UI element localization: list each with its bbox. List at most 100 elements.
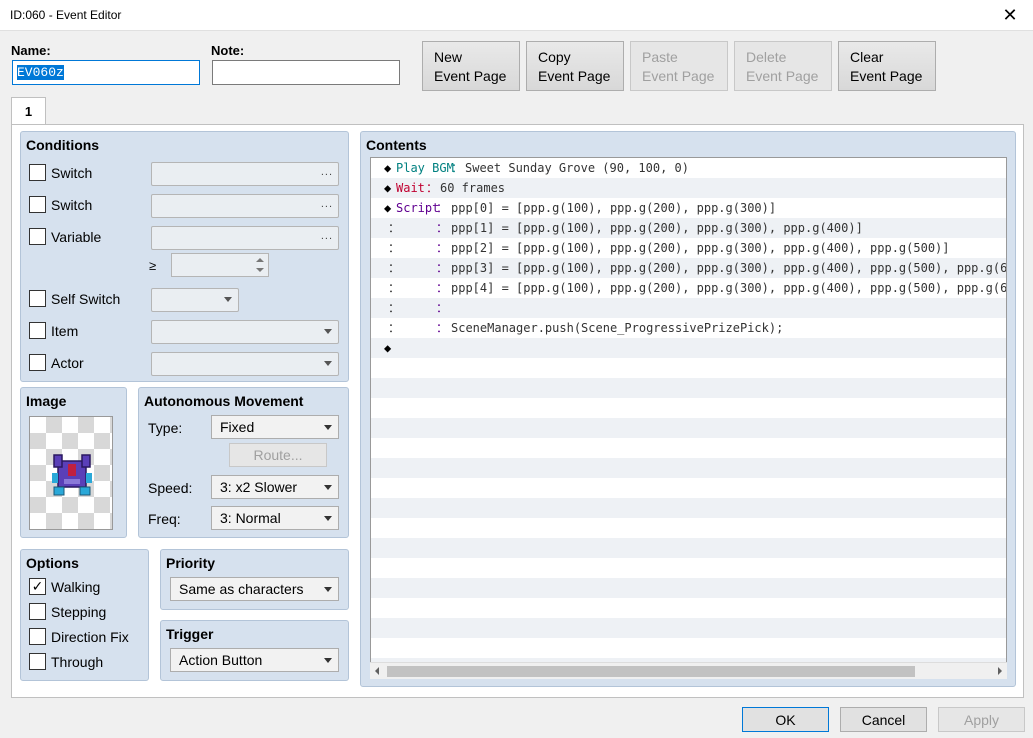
command-name: Wait bbox=[396, 181, 425, 195]
movement-type-value: Fixed bbox=[220, 419, 255, 435]
command-text: ppp[2] = [ppp.g(100), ppp.g(200), ppp.g(… bbox=[451, 241, 950, 255]
button-label-line1: Paste bbox=[642, 49, 678, 65]
condition-label: Actor bbox=[51, 355, 84, 371]
autonomous-movement-panel: Autonomous Movement Type: Fixed Route...… bbox=[138, 387, 349, 538]
command-row[interactable] bbox=[371, 378, 1006, 398]
scroll-right-icon[interactable] bbox=[998, 667, 1002, 675]
chevron-down-icon bbox=[324, 587, 332, 592]
command-text: ppp[1] = [ppp.g(100), ppp.g(200), ppp.g(… bbox=[451, 221, 863, 235]
ok-button[interactable]: OK bbox=[742, 707, 829, 732]
diamond-icon: ◆ bbox=[384, 341, 392, 355]
priority-select[interactable]: Same as characters bbox=[170, 577, 339, 601]
freq-select[interactable]: 3: Normal bbox=[211, 506, 339, 530]
condition-checkbox-switch[interactable] bbox=[29, 164, 46, 181]
priority-panel: Priority Same as characters bbox=[160, 549, 349, 610]
continuation-marker: ： bbox=[388, 281, 401, 295]
condition-field[interactable]: ... bbox=[151, 226, 339, 250]
gte-symbol: ≥ bbox=[149, 258, 157, 273]
command-row[interactable]: ：： bbox=[371, 298, 1006, 318]
command-text: SceneManager.push(Scene_ProgressivePrize… bbox=[451, 321, 784, 335]
command-separator: ： bbox=[436, 321, 449, 335]
continuation-marker: ： bbox=[388, 321, 401, 335]
delete-event-page-button[interactable]: Delete Event Page bbox=[734, 41, 832, 91]
speed-select[interactable]: 3: x2 Slower bbox=[211, 475, 339, 499]
command-row[interactable]: ：： ppp[4] = [ppp.g(100), ppp.g(200), ppp.… bbox=[371, 278, 1006, 298]
condition-checkbox-self-switch[interactable] bbox=[29, 290, 46, 307]
command-row[interactable]: ：： SceneManager.push(Scene_ProgressivePri… bbox=[371, 318, 1006, 338]
command-row[interactable] bbox=[371, 558, 1006, 578]
condition-field[interactable]: ... bbox=[151, 194, 339, 218]
condition-field[interactable]: ... bbox=[151, 162, 339, 186]
condition-checkbox-item[interactable] bbox=[29, 322, 46, 339]
name-input[interactable]: EV060z bbox=[12, 60, 200, 85]
event-image[interactable] bbox=[29, 416, 113, 530]
scroll-left-icon[interactable] bbox=[375, 667, 379, 675]
command-row[interactable] bbox=[371, 498, 1006, 518]
tab-page-1[interactable]: 1 bbox=[11, 97, 46, 125]
trigger-title: Trigger bbox=[166, 626, 214, 642]
clear-event-page-button[interactable]: Clear Event Page bbox=[838, 41, 936, 91]
command-row[interactable]: ◆ Script： ppp[0] = [ppp.g(100), ppp.g(200)… bbox=[371, 198, 1006, 218]
command-row[interactable]: ◆ Play BGM： Sweet Sunday Grove (90, 100, 0… bbox=[371, 158, 1006, 178]
diamond-icon: ◆ bbox=[384, 181, 392, 195]
spin-down-icon[interactable] bbox=[256, 268, 264, 272]
option-checkbox-walking[interactable]: ✓ bbox=[29, 578, 46, 595]
note-input[interactable] bbox=[212, 60, 400, 85]
command-row[interactable] bbox=[371, 598, 1006, 618]
autonomous-movement-title: Autonomous Movement bbox=[144, 393, 304, 409]
command-row[interactable]: ：： ppp[1] = [ppp.g(100), ppp.g(200), ppp.… bbox=[371, 218, 1006, 238]
movement-type-select[interactable]: Fixed bbox=[211, 415, 339, 439]
condition-checkbox-actor[interactable] bbox=[29, 354, 46, 371]
command-row[interactable]: ◆ Wait： 60 frames bbox=[371, 178, 1006, 198]
trigger-panel: Trigger Action Button bbox=[160, 620, 349, 681]
condition-checkbox-variable[interactable] bbox=[29, 228, 46, 245]
option-checkbox-through[interactable] bbox=[29, 653, 46, 670]
button-label-line2: Event Page bbox=[746, 68, 819, 84]
chevron-down-icon bbox=[224, 297, 232, 302]
command-row[interactable] bbox=[371, 518, 1006, 538]
command-row[interactable]: ：： ppp[3] = [ppp.g(100), ppp.g(200), ppp.… bbox=[371, 258, 1006, 278]
apply-button[interactable]: Apply bbox=[938, 707, 1025, 732]
copy-event-page-button[interactable]: Copy Event Page bbox=[526, 41, 624, 91]
command-row[interactable] bbox=[371, 638, 1006, 658]
command-row[interactable] bbox=[371, 458, 1006, 478]
new-event-page-button[interactable]: New Event Page bbox=[422, 41, 520, 91]
command-row[interactable] bbox=[371, 358, 1006, 378]
scrollbar-thumb[interactable] bbox=[387, 666, 915, 677]
condition-field[interactable] bbox=[151, 320, 339, 344]
chevron-down-icon bbox=[324, 516, 332, 521]
priority-title: Priority bbox=[166, 555, 216, 571]
command-row[interactable] bbox=[371, 398, 1006, 418]
command-row[interactable] bbox=[371, 578, 1006, 598]
button-label-line1: Clear bbox=[850, 49, 884, 65]
name-label: Name: bbox=[11, 43, 51, 58]
command-row[interactable] bbox=[371, 478, 1006, 498]
condition-field[interactable] bbox=[151, 352, 339, 376]
spin-up-icon[interactable] bbox=[256, 258, 264, 262]
option-label: Through bbox=[51, 654, 104, 670]
horizontal-scrollbar[interactable] bbox=[370, 662, 1007, 679]
variable-value-spinner[interactable] bbox=[171, 253, 269, 277]
option-checkbox-stepping[interactable] bbox=[29, 603, 46, 620]
command-row[interactable]: ：： ppp[2] = [ppp.g(100), ppp.g(200), ppp.… bbox=[371, 238, 1006, 258]
route-button[interactable]: Route... bbox=[229, 443, 327, 467]
cancel-button[interactable]: Cancel bbox=[840, 707, 927, 732]
command-row[interactable] bbox=[371, 618, 1006, 638]
trigger-select[interactable]: Action Button bbox=[170, 648, 339, 672]
command-row[interactable] bbox=[371, 418, 1006, 438]
command-row[interactable]: ◆ bbox=[371, 338, 1006, 358]
paste-event-page-button[interactable]: Paste Event Page bbox=[630, 41, 728, 91]
option-checkbox-direction-fix[interactable] bbox=[29, 628, 46, 645]
command-row[interactable] bbox=[371, 438, 1006, 458]
condition-label: Switch bbox=[51, 197, 93, 213]
speed-label: Speed: bbox=[148, 480, 193, 496]
close-icon[interactable]: ✕ bbox=[987, 0, 1033, 31]
condition-checkbox-switch[interactable] bbox=[29, 196, 46, 213]
command-separator: ： bbox=[436, 301, 449, 315]
command-row[interactable] bbox=[371, 538, 1006, 558]
command-list[interactable]: ◆ Play BGM： Sweet Sunday Grove (90, 100, 0… bbox=[370, 157, 1007, 679]
continuation-marker: ： bbox=[388, 241, 401, 255]
chevron-down-icon bbox=[324, 425, 332, 430]
condition-field[interactable] bbox=[151, 288, 239, 312]
event-page: Conditions Switch... Switch... Variable...… bbox=[11, 124, 1024, 698]
